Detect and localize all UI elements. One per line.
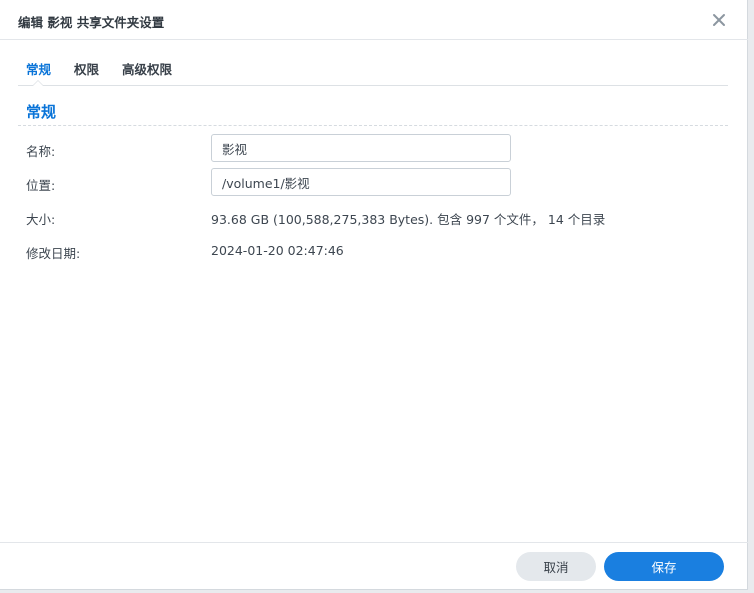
modified-date-value: 2024-01-20 02:47:46 — [211, 243, 344, 258]
cancel-button[interactable]: 取消 — [516, 552, 596, 581]
dialog-footer: 取消 保存 — [0, 542, 748, 590]
size-value: 93.68 GB (100,588,275,383 Bytes). 包含 997… — [211, 212, 606, 227]
tab-general[interactable]: 常规 — [26, 59, 51, 78]
name-input[interactable] — [211, 134, 511, 162]
shared-folder-settings-dialog: 编辑 影视 共享文件夹设置 常规 权限 高级权限 常规 名称: 位置: 大小: … — [0, 0, 748, 590]
close-icon[interactable] — [710, 11, 728, 29]
location-input[interactable] — [211, 168, 511, 196]
tab-permissions[interactable]: 权限 — [74, 59, 99, 78]
name-label: 名称: — [26, 144, 56, 159]
tab-bar: 常规 权限 高级权限 — [18, 40, 728, 86]
location-label: 位置: — [26, 178, 56, 193]
save-button[interactable]: 保存 — [604, 552, 724, 581]
section-divider — [18, 125, 728, 126]
dialog-titlebar: 编辑 影视 共享文件夹设置 — [0, 0, 748, 40]
dialog-title: 编辑 影视 共享文件夹设置 — [18, 15, 165, 30]
size-label: 大小: — [26, 212, 56, 227]
modified-date-label: 修改日期: — [26, 246, 81, 261]
tab-advanced-permissions[interactable]: 高级权限 — [122, 59, 172, 78]
active-tab-indicator — [32, 80, 44, 86]
section-title: 常规 — [26, 103, 57, 121]
